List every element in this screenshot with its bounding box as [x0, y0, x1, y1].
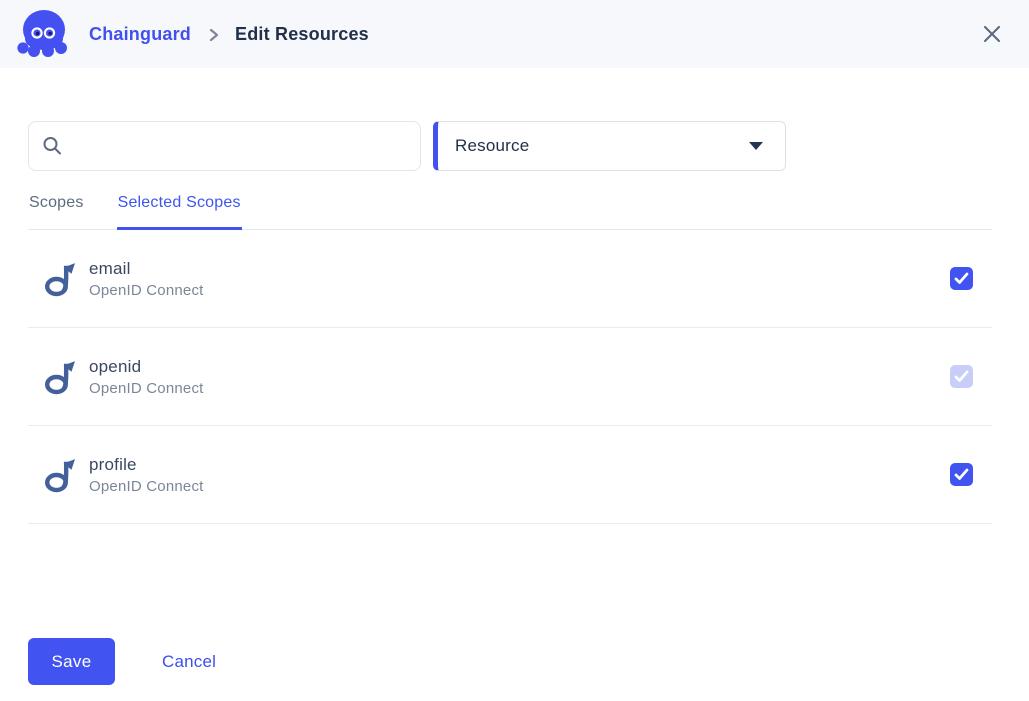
openid-connect-icon	[45, 260, 75, 298]
tab-selected-scopes[interactable]: Selected Scopes	[117, 186, 242, 230]
scope-checkbox-openid	[950, 365, 973, 388]
scope-row-openid: openid OpenID Connect	[28, 328, 992, 426]
checkmark-icon	[954, 370, 969, 383]
breadcrumb-chevron-icon	[207, 28, 221, 42]
search-box[interactable]	[28, 121, 421, 171]
scope-name: openid	[89, 357, 204, 377]
scope-name: profile	[89, 455, 204, 475]
scope-name: email	[89, 259, 204, 279]
tab-scopes[interactable]: Scopes	[28, 186, 85, 230]
scope-row-profile: profile OpenID Connect	[28, 426, 992, 524]
tab-bar: Scopes Selected Scopes	[28, 186, 992, 230]
close-x-icon	[981, 23, 1003, 45]
scope-provider: OpenID Connect	[89, 478, 204, 495]
scope-provider: OpenID Connect	[89, 282, 204, 299]
scope-row-email: email OpenID Connect	[28, 230, 992, 328]
cancel-link[interactable]: Cancel	[162, 652, 216, 672]
scope-checkbox-profile[interactable]	[950, 463, 973, 486]
select-caret-icon	[749, 142, 763, 150]
header-bar: Chainguard Edit Resources	[0, 0, 1029, 68]
page-title: Edit Resources	[235, 24, 369, 45]
resource-select-label: Resource	[455, 136, 529, 156]
filter-controls: Resource	[28, 121, 992, 171]
openid-connect-icon	[45, 358, 75, 396]
close-button[interactable]	[975, 17, 1009, 51]
search-input[interactable]	[73, 122, 408, 170]
openid-connect-icon	[45, 456, 75, 494]
resource-select[interactable]: Resource	[433, 121, 786, 171]
checkmark-icon	[954, 272, 969, 285]
main-content: Resource Scopes Selected Scopes email Op…	[0, 121, 1029, 685]
scope-list: email OpenID Connect openid OpenID Conne…	[28, 230, 992, 524]
footer-actions: Save Cancel	[28, 638, 992, 685]
checkmark-icon	[954, 468, 969, 481]
search-icon	[41, 135, 63, 157]
scope-text: email OpenID Connect	[89, 259, 204, 299]
scope-text: profile OpenID Connect	[89, 455, 204, 495]
chainguard-logo-icon	[16, 8, 72, 60]
scope-text: openid OpenID Connect	[89, 357, 204, 397]
scope-checkbox-email[interactable]	[950, 267, 973, 290]
scope-provider: OpenID Connect	[89, 380, 204, 397]
brand-link[interactable]: Chainguard	[89, 24, 191, 45]
save-button[interactable]: Save	[28, 638, 115, 685]
